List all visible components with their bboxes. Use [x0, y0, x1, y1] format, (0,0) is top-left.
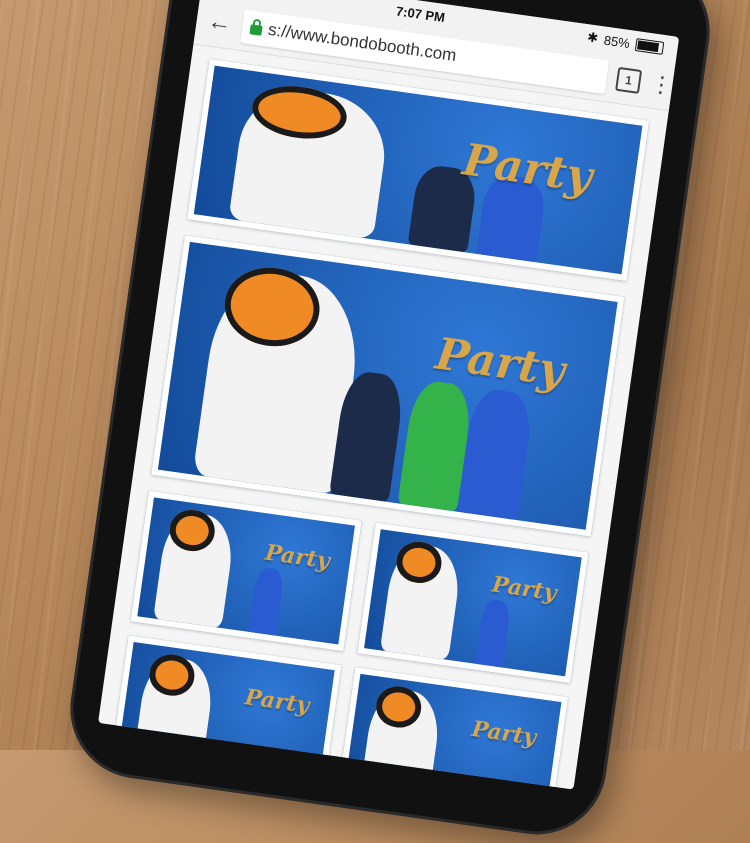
party-sign: Party: [243, 684, 311, 720]
battery-percent: 85%: [602, 32, 631, 51]
overflow-menu-icon[interactable]: ⋮: [649, 70, 674, 98]
battery-icon: [634, 37, 665, 55]
gallery-photo[interactable]: Party: [130, 490, 362, 652]
photo-grid: Party Party Party Party: [110, 490, 589, 790]
party-sign: Party: [459, 134, 596, 203]
gallery-photo[interactable]: Party: [151, 235, 625, 537]
phone-screen: zon ◠ 7:07 PM ✱ 85% ← s://www.bondobooth…: [98, 0, 680, 790]
tab-switcher-button[interactable]: 1: [615, 66, 643, 94]
back-arrow-icon[interactable]: ←: [205, 7, 235, 38]
kid-figure: [457, 386, 535, 521]
photo-gallery: Party Party Party Party Party Party: [98, 44, 669, 790]
party-sign: Party: [469, 716, 538, 752]
kid-figure: [474, 598, 512, 668]
lock-icon: [249, 24, 263, 36]
gallery-photo[interactable]: Party: [357, 522, 589, 684]
gallery-photo[interactable]: Party: [336, 667, 569, 790]
gallery-photo[interactable]: Party: [110, 635, 342, 790]
bluetooth-icon: ✱: [586, 29, 600, 46]
kid-figure: [247, 566, 286, 636]
clock: 7:07 PM: [395, 2, 446, 25]
